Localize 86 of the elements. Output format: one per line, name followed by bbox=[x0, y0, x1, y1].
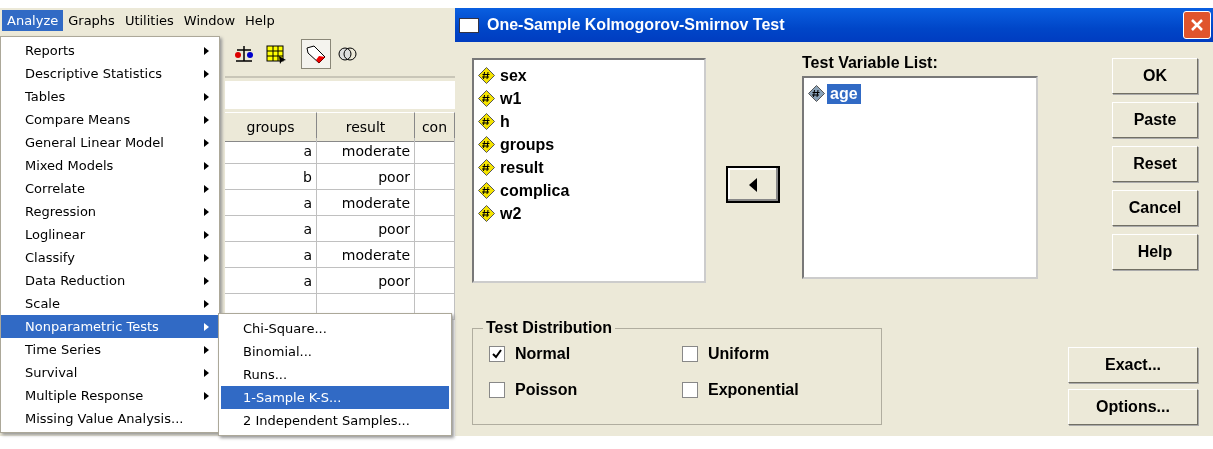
checkbox-label: Poisson bbox=[515, 381, 578, 399]
variable-item[interactable]: result bbox=[497, 157, 547, 178]
menu-item[interactable]: Mixed Models bbox=[1, 154, 219, 177]
menu-item[interactable]: 1-Sample K-S... bbox=[221, 386, 449, 409]
menu-item[interactable]: Scale bbox=[1, 292, 219, 315]
menu-item[interactable]: Compare Means bbox=[1, 108, 219, 131]
menu-item[interactable]: Tables bbox=[1, 85, 219, 108]
left-arrow-icon bbox=[749, 177, 757, 192]
scale-variable-icon bbox=[478, 90, 495, 107]
dialog-button[interactable]: Cancel bbox=[1112, 190, 1198, 226]
scale-variable-icon bbox=[478, 136, 495, 153]
menu-item[interactable]: Binomial... bbox=[221, 340, 449, 363]
dialog-button[interactable]: Paste bbox=[1112, 102, 1198, 138]
menu-title[interactable]: Analyze bbox=[2, 9, 64, 31]
scale-variable-icon bbox=[478, 182, 495, 199]
test-variable-list[interactable]: age bbox=[802, 76, 1038, 279]
menu-item[interactable]: Survival bbox=[1, 361, 219, 384]
menu-item[interactable]: Classify bbox=[1, 246, 219, 269]
menu-item[interactable]: 2 Independent Samples... bbox=[221, 409, 449, 432]
menu-item[interactable]: Runs... bbox=[221, 363, 449, 386]
table-cell: a bbox=[225, 138, 317, 164]
variable-item[interactable]: sex bbox=[497, 65, 530, 86]
variable-item[interactable]: complica bbox=[497, 180, 573, 201]
scale-variable-icon bbox=[808, 85, 825, 102]
dialog-button[interactable]: OK bbox=[1112, 58, 1198, 94]
menu-item[interactable]: Chi-Square... bbox=[221, 317, 449, 340]
dialog-button[interactable]: Reset bbox=[1112, 146, 1198, 182]
check-icon bbox=[492, 349, 502, 359]
checkbox-label: Normal bbox=[515, 345, 571, 363]
checkbox-label: Uniform bbox=[708, 345, 770, 363]
checkbox[interactable] bbox=[489, 346, 505, 362]
list-label: Test Variable List: bbox=[802, 54, 939, 72]
menu-item[interactable]: Descriptive Statistics bbox=[1, 62, 219, 85]
table-cell: a bbox=[225, 190, 317, 216]
scale-variable-icon bbox=[478, 113, 495, 130]
menu-item[interactable]: Nonparametric Tests bbox=[1, 315, 219, 338]
column-header[interactable]: groups bbox=[225, 112, 317, 142]
menu-title[interactable]: Utilities bbox=[119, 9, 179, 31]
menu-item[interactable]: Multiple Response bbox=[1, 384, 219, 407]
menu-item[interactable]: Missing Value Analysis... bbox=[1, 407, 219, 430]
menu-title[interactable]: Window bbox=[178, 9, 241, 31]
menu-item[interactable]: Correlate bbox=[1, 177, 219, 200]
menu-title[interactable]: Help bbox=[240, 9, 280, 31]
close-button[interactable] bbox=[1183, 11, 1211, 39]
menu-item[interactable]: Time Series bbox=[1, 338, 219, 361]
scale-variable-icon bbox=[478, 67, 495, 84]
source-variable-list[interactable]: sex w1 h groups result complica w2 bbox=[472, 58, 706, 283]
cell-editor-field[interactable] bbox=[225, 81, 455, 109]
menu-item[interactable]: Data Reduction bbox=[1, 269, 219, 292]
scale-variable-icon bbox=[478, 159, 495, 176]
table-cell: a bbox=[225, 242, 317, 268]
menu-item[interactable]: Regression bbox=[1, 200, 219, 223]
menu-title[interactable]: Graphs bbox=[63, 9, 120, 31]
scale-variable-icon bbox=[478, 205, 495, 222]
checkbox[interactable] bbox=[682, 382, 698, 398]
checkbox-label: Exponential bbox=[708, 381, 799, 399]
menu-item[interactable]: Loglinear bbox=[1, 223, 219, 246]
variable-item[interactable]: w2 bbox=[497, 203, 525, 224]
move-variable-button[interactable] bbox=[726, 166, 780, 203]
group-title: Test Distribution bbox=[485, 319, 613, 337]
window-title: One-Sample Kolmogorov-Smirnov Test bbox=[487, 16, 786, 34]
close-icon bbox=[1190, 18, 1204, 32]
table-cell: b bbox=[225, 164, 317, 190]
table-cell: poor bbox=[317, 164, 415, 190]
table-cell: poor bbox=[317, 216, 415, 242]
table-cell: poor bbox=[317, 268, 415, 294]
column-header[interactable]: con bbox=[415, 112, 455, 142]
dialog-button[interactable]: Exact... bbox=[1068, 347, 1198, 383]
dialog-button[interactable]: Options... bbox=[1068, 389, 1198, 425]
checkbox[interactable] bbox=[682, 346, 698, 362]
table-cell: moderate bbox=[317, 190, 415, 216]
table-cell: a bbox=[225, 216, 317, 242]
checkbox[interactable] bbox=[489, 382, 505, 398]
window-icon bbox=[459, 17, 479, 33]
dialog-button[interactable]: Help bbox=[1112, 234, 1198, 270]
column-header[interactable]: result bbox=[317, 112, 415, 142]
table-cell: a bbox=[225, 268, 317, 294]
menu-item[interactable]: General Linear Model bbox=[1, 131, 219, 154]
variable-item[interactable]: w1 bbox=[497, 88, 525, 109]
variable-item[interactable]: age bbox=[827, 83, 861, 104]
tag-icon[interactable] bbox=[301, 39, 331, 69]
variable-item[interactable]: groups bbox=[497, 134, 558, 155]
table-cell: moderate bbox=[317, 242, 415, 268]
table-cell: moderate bbox=[317, 138, 415, 164]
variable-item[interactable]: h bbox=[497, 111, 513, 132]
menu-item[interactable]: Reports bbox=[1, 39, 219, 62]
